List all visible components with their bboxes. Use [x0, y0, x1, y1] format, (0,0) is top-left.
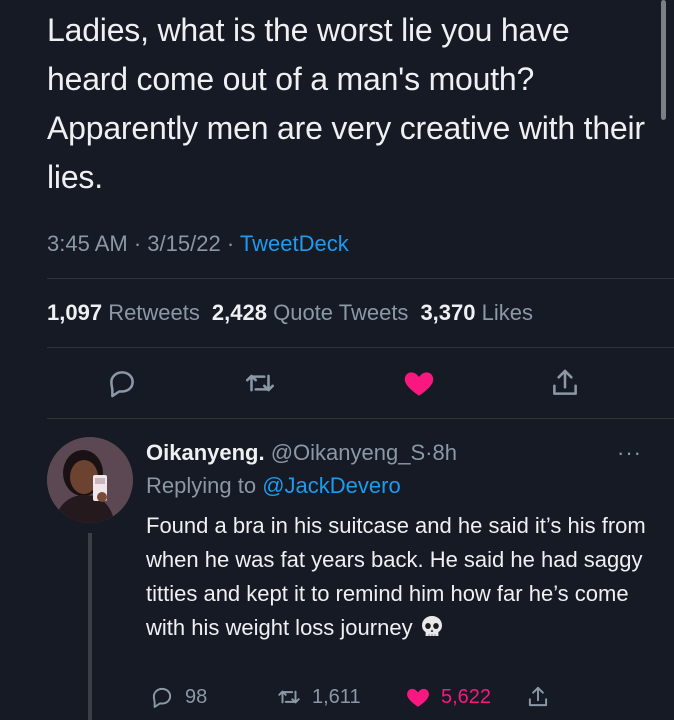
thread-line [88, 533, 92, 720]
reply-button[interactable] [105, 366, 139, 400]
share-icon [528, 686, 548, 707]
replying-prefix: Replying to [146, 473, 257, 498]
retweets-label: Retweets [108, 300, 200, 325]
reply-age[interactable]: 8h [432, 440, 456, 465]
divider [47, 278, 674, 279]
meta-separator: · [226, 231, 235, 256]
reply-count: 98 [185, 685, 208, 708]
avatar[interactable] [47, 437, 133, 523]
retweet-icon [278, 690, 300, 704]
replying-mention[interactable]: @JackDevero [262, 473, 401, 498]
share-button[interactable] [548, 366, 582, 400]
reply-retweet-button[interactable]: 1,611 [276, 683, 361, 711]
like-button[interactable] [402, 366, 436, 400]
quotes-label: Quote Tweets [273, 300, 409, 325]
scrollbar[interactable] [661, 0, 666, 120]
reply-icon [110, 371, 134, 398]
reply-retweet-count: 1,611 [312, 685, 361, 708]
reply-text: Found a bra in his suitcase and he said … [146, 513, 646, 640]
reply-like-button[interactable]: 5,622 [405, 683, 491, 711]
tweet-time[interactable]: 3:45 AM [47, 231, 128, 256]
tweet-stats: 1,097 Retweets 2,428 Quote Tweets 3,370 Li… [47, 300, 533, 326]
quotes-stat[interactable]: 2,428 Quote Tweets [212, 300, 409, 325]
likes-label: Likes [481, 300, 533, 325]
retweets-count: 1,097 [47, 300, 103, 325]
replying-to: Replying to @JackDevero [146, 473, 401, 499]
user-handle[interactable]: @Oikanyeng_S [271, 440, 425, 465]
reply-reply-button[interactable]: 98 [149, 683, 207, 711]
likes-count: 3,370 [420, 300, 476, 325]
profile-photo [47, 437, 133, 523]
reply-body: Found a bra in his suitcase and he said … [146, 509, 646, 645]
tweet-date[interactable]: 3/15/22 [147, 231, 220, 256]
more-options-icon[interactable]: ··· [617, 442, 642, 464]
heart-icon [407, 688, 429, 707]
reply-like-count: 5,622 [441, 685, 492, 708]
tweet-meta: 3:45 AM · 3/15/22 · TweetDeck [47, 231, 349, 257]
tweet-detail-view: Ladies, what is the worst lie you have h… [0, 0, 674, 720]
tweet-text: Ladies, what is the worst lie you have h… [47, 12, 645, 195]
share-icon [553, 369, 577, 395]
divider [47, 347, 674, 348]
reply-header: Oikanyeng. @Oikanyeng_S·8h [146, 440, 457, 466]
reply-icon [152, 687, 172, 708]
tweet-source[interactable]: TweetDeck [240, 231, 349, 256]
reply-share-button[interactable] [525, 683, 551, 711]
skull-icon [419, 614, 445, 640]
divider [47, 418, 674, 419]
retweet-button[interactable] [243, 366, 277, 400]
heart-icon [404, 372, 434, 396]
meta-separator: · [133, 231, 142, 256]
retweet-icon [245, 374, 275, 392]
display-name[interactable]: Oikanyeng. [146, 440, 265, 465]
quotes-count: 2,428 [211, 300, 267, 325]
likes-stat[interactable]: 3,370 Likes [420, 300, 533, 325]
retweets-stat[interactable]: 1,097 Retweets [47, 300, 200, 325]
